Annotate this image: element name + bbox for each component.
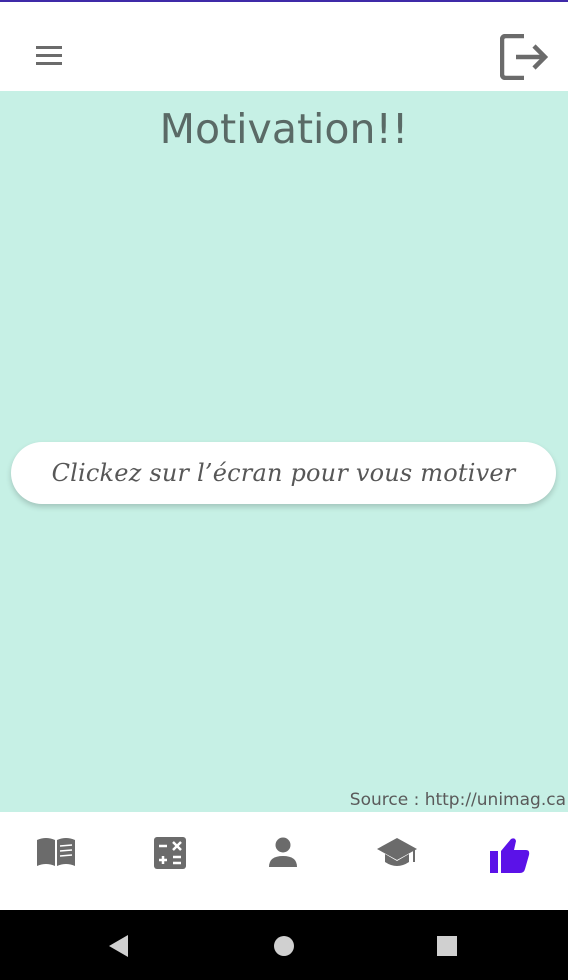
nav-item-book[interactable] xyxy=(28,836,84,888)
system-home-button[interactable] xyxy=(268,930,300,962)
app-bar xyxy=(0,2,568,91)
system-recents-button[interactable] xyxy=(431,930,463,962)
thumbs-up-icon xyxy=(490,838,530,873)
nav-item-profile[interactable] xyxy=(255,836,311,888)
nav-item-motivation[interactable] xyxy=(482,836,538,888)
recents-icon xyxy=(437,936,457,956)
hamburger-menu-icon xyxy=(36,46,62,65)
system-navigation-bar xyxy=(0,910,568,980)
system-back-button[interactable] xyxy=(102,930,134,962)
back-icon xyxy=(109,935,128,957)
bottom-navigation xyxy=(0,812,568,910)
home-icon xyxy=(274,936,294,956)
page-title: Motivation!! xyxy=(159,105,409,153)
motivate-prompt: Clickez sur l’écran pour vous motiver xyxy=(51,459,516,487)
book-icon xyxy=(37,838,75,866)
motivate-card[interactable]: Clickez sur l’écran pour vous motiver xyxy=(11,442,556,504)
person-icon xyxy=(269,837,297,867)
motivation-screen[interactable]: Motivation!! Clickez sur l’écran pour vo… xyxy=(0,91,568,812)
source-credit: Source : http://unimag.ca xyxy=(349,790,566,810)
graduation-cap-icon xyxy=(377,838,417,866)
nav-item-school[interactable] xyxy=(369,836,425,888)
menu-button[interactable] xyxy=(24,32,72,80)
calculator-icon xyxy=(154,837,186,869)
logout-button[interactable] xyxy=(494,30,554,86)
logout-icon xyxy=(500,34,548,80)
nav-item-calculator[interactable] xyxy=(142,836,198,888)
